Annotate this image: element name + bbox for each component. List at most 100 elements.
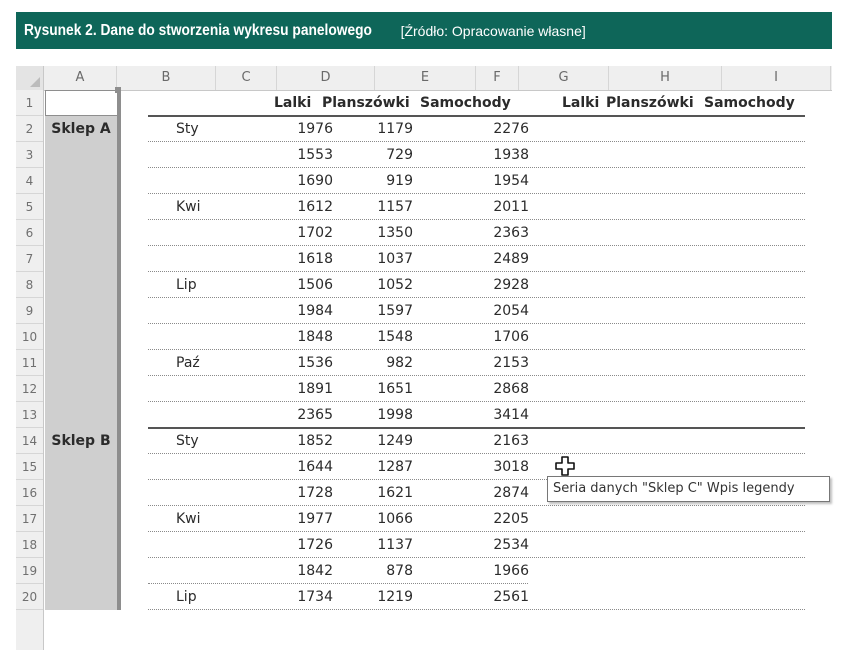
value-cell-d[interactable]: 878 <box>327 558 413 584</box>
value-cell-c[interactable]: 1848 <box>273 324 333 350</box>
month-cell[interactable]: Sty <box>176 116 236 142</box>
value-cell-d[interactable]: 1052 <box>327 272 413 298</box>
row-header-10[interactable]: 10 <box>16 324 43 350</box>
month-cell[interactable]: Kwi <box>176 194 236 220</box>
cell-a1-outline[interactable] <box>45 90 118 116</box>
row-header-7[interactable]: 7 <box>16 246 43 272</box>
store-label-a[interactable]: Sklep A <box>45 116 117 142</box>
fill-handle[interactable] <box>115 87 121 93</box>
value-cell-e[interactable]: 2561 <box>443 584 529 610</box>
row-header-19[interactable]: 19 <box>16 558 43 584</box>
value-cell-c[interactable]: 1726 <box>273 532 333 558</box>
month-cell[interactable]: Kwi <box>176 506 236 532</box>
value-cell-e[interactable]: 2928 <box>443 272 529 298</box>
value-cell-d[interactable]: 1350 <box>327 220 413 246</box>
row-header-15[interactable]: 15 <box>16 454 43 480</box>
value-cell-c[interactable]: 1728 <box>273 480 333 506</box>
month-cell[interactable] <box>176 532 236 558</box>
row-header-5[interactable]: 5 <box>16 194 43 220</box>
value-cell-c[interactable]: 1977 <box>273 506 333 532</box>
value-cell-c[interactable]: 1506 <box>273 272 333 298</box>
row-header-18[interactable]: 18 <box>16 532 43 558</box>
month-cell[interactable] <box>176 324 236 350</box>
column-header-f[interactable]: F <box>476 66 519 90</box>
month-cell[interactable] <box>176 480 236 506</box>
column-header-b[interactable]: B <box>117 66 216 90</box>
value-cell-c[interactable]: 1536 <box>273 350 333 376</box>
value-cell-e[interactable]: 2011 <box>443 194 529 220</box>
month-cell[interactable] <box>176 454 236 480</box>
select-all-corner[interactable] <box>16 66 44 90</box>
value-cell-c[interactable]: 1702 <box>273 220 333 246</box>
value-cell-c[interactable]: 1842 <box>273 558 333 584</box>
value-cell-c[interactable]: 1644 <box>273 454 333 480</box>
month-cell[interactable] <box>176 376 236 402</box>
value-cell-e[interactable]: 2489 <box>443 246 529 272</box>
value-cell-d[interactable]: 1998 <box>327 402 413 428</box>
month-cell[interactable] <box>176 298 236 324</box>
value-cell-e[interactable]: 1966 <box>443 558 529 584</box>
header-h[interactable]: Samochody <box>704 90 802 116</box>
value-cell-e[interactable]: 2054 <box>443 298 529 324</box>
value-cell-d[interactable]: 1179 <box>327 116 413 142</box>
value-cell-c[interactable]: 1984 <box>273 298 333 324</box>
value-cell-c[interactable]: 1852 <box>273 428 333 454</box>
month-cell[interactable] <box>176 168 236 194</box>
row-header-14[interactable]: 14 <box>16 428 43 454</box>
header-f[interactable]: Lalki <box>562 90 602 116</box>
row-header-20[interactable]: 20 <box>16 584 43 610</box>
spreadsheet[interactable]: ABCDEFGHI 1 2 3 4 5 6 7 8 9 10 11 12 13 14 15 16 17 18 19 2… <box>16 66 832 650</box>
row-header-1[interactable]: 1 <box>16 90 43 116</box>
month-cell[interactable] <box>176 220 236 246</box>
value-cell-e[interactable]: 2363 <box>443 220 529 246</box>
value-cell-e[interactable]: 1706 <box>443 324 529 350</box>
value-cell-e[interactable]: 1954 <box>443 168 529 194</box>
value-cell-d[interactable]: 1066 <box>327 506 413 532</box>
month-cell[interactable]: Lip <box>176 272 236 298</box>
value-cell-d[interactable]: 1157 <box>327 194 413 220</box>
value-cell-c[interactable]: 1618 <box>273 246 333 272</box>
value-cell-d[interactable]: 1621 <box>327 480 413 506</box>
column-header-g[interactable]: G <box>519 66 609 90</box>
column-header-c[interactable]: C <box>216 66 277 90</box>
value-cell-e[interactable]: 2874 <box>443 480 529 506</box>
value-cell-c[interactable]: 1553 <box>273 142 333 168</box>
value-cell-d[interactable]: 1137 <box>327 532 413 558</box>
row-header-12[interactable]: 12 <box>16 376 43 402</box>
value-cell-e[interactable]: 2868 <box>443 376 529 402</box>
value-cell-e[interactable]: 2163 <box>443 428 529 454</box>
column-header-d[interactable]: D <box>277 66 375 90</box>
value-cell-d[interactable]: 1219 <box>327 584 413 610</box>
month-cell[interactable]: Paź <box>176 350 236 376</box>
value-cell-e[interactable]: 2153 <box>443 350 529 376</box>
value-cell-d[interactable]: 1287 <box>327 454 413 480</box>
row-header-3[interactable]: 3 <box>16 142 43 168</box>
value-cell-c[interactable]: 1891 <box>273 376 333 402</box>
value-cell-d[interactable]: 1651 <box>327 376 413 402</box>
row-header-9[interactable]: 9 <box>16 298 43 324</box>
row-header-13[interactable]: 13 <box>16 402 43 428</box>
value-cell-d[interactable]: 919 <box>327 168 413 194</box>
column-header-a[interactable]: A <box>44 66 117 90</box>
value-cell-e[interactable]: 2534 <box>443 532 529 558</box>
row-header-4[interactable]: 4 <box>16 168 43 194</box>
row-header-17[interactable]: 17 <box>16 506 43 532</box>
value-cell-d[interactable]: 729 <box>327 142 413 168</box>
month-cell[interactable]: Sty <box>176 428 236 454</box>
value-cell-c[interactable]: 1612 <box>273 194 333 220</box>
month-cell[interactable]: Lip <box>176 584 236 610</box>
cell-grid[interactable]: Lalki Planszówki Samochody Lalki Planszówki S… <box>45 87 832 650</box>
row-header-6[interactable]: 6 <box>16 220 43 246</box>
value-cell-c[interactable]: 1734 <box>273 584 333 610</box>
header-e[interactable]: Samochody <box>420 90 518 116</box>
value-cell-e[interactable]: 2205 <box>443 506 529 532</box>
value-cell-d[interactable]: 1249 <box>327 428 413 454</box>
store-label-b[interactable]: Sklep B <box>45 428 117 454</box>
value-cell-e[interactable]: 2276 <box>443 116 529 142</box>
row-header-11[interactable]: 11 <box>16 350 43 376</box>
month-cell[interactable] <box>176 142 236 168</box>
value-cell-c[interactable]: 1690 <box>273 168 333 194</box>
row-header-16[interactable]: 16 <box>16 480 43 506</box>
column-header-i[interactable]: I <box>722 66 831 90</box>
value-cell-e[interactable]: 3018 <box>443 454 529 480</box>
